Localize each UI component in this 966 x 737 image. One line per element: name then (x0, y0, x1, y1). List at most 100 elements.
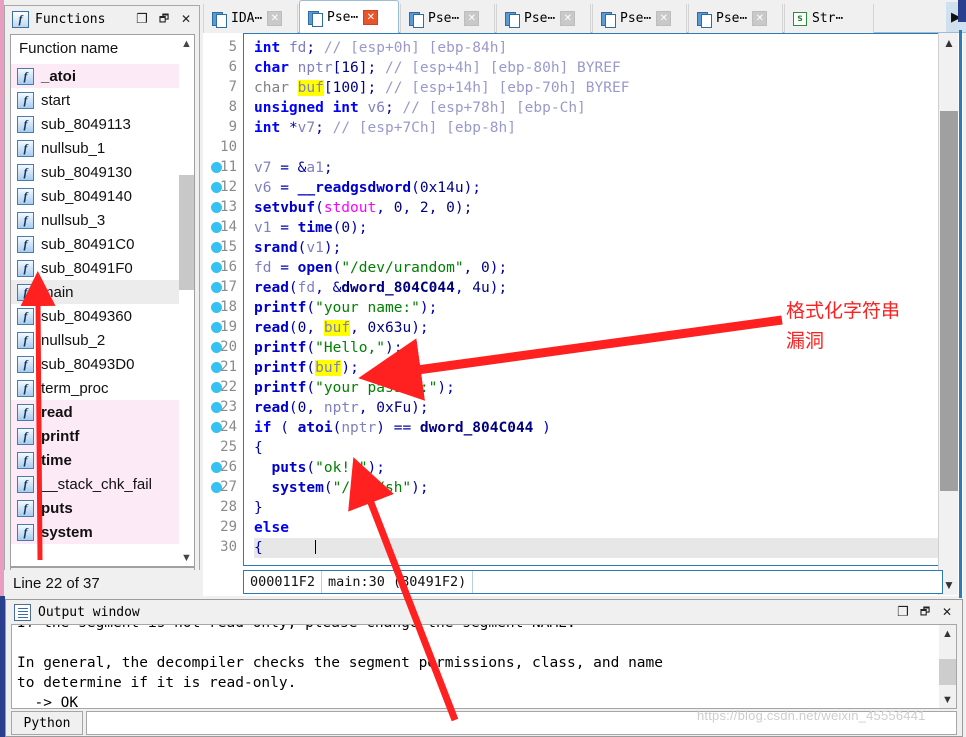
output-line: In general, the decompiler checks the se… (17, 655, 664, 671)
tab-close-button[interactable]: ✕ (464, 11, 480, 26)
line-number: 29 (220, 519, 237, 535)
function-list-item[interactable]: f sub_80493D0 (11, 352, 181, 376)
code-line[interactable]: srand(v1); (254, 238, 943, 258)
function-list-item[interactable]: f printf (11, 424, 181, 448)
code-line[interactable]: if ( atoi(nptr) == dword_804C044 ) (254, 418, 943, 438)
line-number: 14 (220, 219, 237, 235)
tab-close-button[interactable]: ✕ (363, 9, 379, 25)
code-line[interactable]: { (254, 538, 943, 558)
function-list-item[interactable]: f sub_8049113 (11, 112, 181, 136)
tab-close-button[interactable]: ✕ (560, 11, 576, 26)
code-line[interactable]: { (254, 438, 943, 458)
code-line[interactable]: v1 = time(0); (254, 218, 943, 238)
function-list-item[interactable]: f start (11, 88, 181, 112)
code-line[interactable]: v7 = &a1; (254, 158, 943, 178)
line-number: 22 (220, 379, 237, 395)
functions-maximize-button[interactable] (131, 8, 153, 30)
output-scroll-up-arrow[interactable]: ▲ (939, 625, 956, 642)
function-list-item[interactable]: f nullsub_2 (11, 328, 181, 352)
function-list-item[interactable]: f puts (11, 496, 181, 520)
code-status-bar: 000011F2 main:30 (80491F2) (243, 570, 943, 594)
tab-close-button[interactable]: ✕ (656, 11, 672, 26)
functions-scroll-down-arrow[interactable]: ▼ (179, 549, 194, 566)
code-scroll-up-arrow[interactable]: ▲ (939, 33, 959, 53)
function-list-item[interactable]: f read (11, 400, 181, 424)
function-list-item[interactable]: f sub_80491F0 (11, 256, 181, 280)
function-list-item[interactable]: f time (11, 448, 181, 472)
document-icon (409, 11, 424, 28)
tab-3[interactable]: Pse⋯ ✕ (496, 4, 591, 33)
code-line[interactable]: char nptr[16]; // [esp+4h] [ebp-80h] BYR… (254, 58, 943, 78)
code-line[interactable]: puts("ok!!"); (254, 458, 943, 478)
function-list-item[interactable]: f nullsub_3 (11, 208, 181, 232)
output-vscrollbar[interactable]: ▲ ▼ (939, 625, 956, 708)
code-line[interactable]: } (254, 498, 943, 518)
function-list-item[interactable]: f sub_8049360 (11, 304, 181, 328)
function-name-column-header[interactable]: Function name (11, 35, 194, 63)
line-number: 27 (220, 479, 237, 495)
annotation-note-line1: 格式化字符串 (786, 300, 901, 322)
function-list-item[interactable]: f sub_8049130 (11, 160, 181, 184)
code-line[interactable]: v6 = __readgsdword(0x14u); (254, 178, 943, 198)
output-window-title: Output window (38, 605, 140, 620)
code-line[interactable]: setvbuf(stdout, 0, 2, 0); (254, 198, 943, 218)
output-close-button[interactable] (936, 601, 958, 623)
line-number: 11 (220, 159, 237, 175)
code-gutter[interactable]: 5 6 7 8 9 10 11 12 13 14 15 16 17 18 19 20 21 22 23 24 25 26 2… (203, 33, 243, 566)
functions-scroll-thumb[interactable] (179, 175, 194, 290)
code-line[interactable]: system("/bin/sh"); (254, 478, 943, 498)
function-list-item-label: sub_8049113 (41, 115, 131, 133)
functions-restore-button[interactable] (153, 8, 175, 30)
tab-0[interactable]: IDA⋯ ✕ (203, 4, 298, 33)
tab-label: Pse⋯ (716, 11, 748, 26)
code-line[interactable]: int *v7; // [esp+7Ch] [ebp-8h] (254, 118, 943, 138)
function-icon: f (17, 139, 34, 157)
output-restore-button[interactable] (914, 601, 936, 623)
function-list-item-label: nullsub_2 (41, 331, 106, 349)
code-line[interactable]: else (254, 518, 943, 538)
output-scroll-down-arrow[interactable]: ▼ (939, 691, 956, 708)
output-scroll-thumb[interactable] (939, 659, 956, 685)
python-language-button[interactable]: Python (11, 711, 83, 735)
function-list-item[interactable]: f main (11, 280, 181, 304)
code-line[interactable]: unsigned int v6; // [esp+78h] [ebp-Ch] (254, 98, 943, 118)
functions-scroll-up-arrow[interactable]: ▲ (179, 35, 194, 52)
code-line[interactable] (254, 138, 943, 158)
tab-6[interactable]: s Str⋯ (784, 4, 874, 33)
function-list-item[interactable]: f system (11, 520, 181, 544)
tab-close-button[interactable]: ✕ (267, 11, 283, 26)
functions-close-button[interactable] (175, 8, 197, 30)
tab-5[interactable]: Pse⋯ ✕ (688, 4, 783, 33)
functions-list-vscrollbar[interactable]: ▲ ▼ (179, 35, 194, 566)
output-text-container[interactable]: If the segment is not read-only, please … (11, 624, 957, 709)
tab-4[interactable]: Pse⋯ ✕ (592, 4, 687, 33)
code-line[interactable]: printf("your passwd:"); (254, 378, 943, 398)
code-line[interactable]: char buf[100]; // [esp+14h] [ebp-70h] BY… (254, 78, 943, 98)
tab-close-button[interactable]: ✕ (752, 11, 768, 26)
code-line[interactable]: int fd; // [esp+0h] [ebp-84h] (254, 38, 943, 58)
function-list-item-label: sub_80491F0 (41, 259, 133, 277)
output-maximize-button[interactable] (892, 601, 914, 623)
tab-1[interactable]: Pse⋯ ✕ (299, 0, 399, 33)
function-list-item-label: sub_8049130 (41, 163, 132, 181)
code-line[interactable]: printf(buf); (254, 358, 943, 378)
tab-2[interactable]: Pse⋯ ✕ (400, 4, 495, 33)
line-number: 15 (220, 239, 237, 255)
code-line[interactable]: read(0, nptr, 0xFu); (254, 398, 943, 418)
function-list-item[interactable]: f __stack_chk_fail (11, 472, 181, 496)
function-list-item[interactable]: f term_proc (11, 376, 181, 400)
output-line: to determine if it is read-only. (17, 675, 297, 691)
function-icon: f (17, 475, 34, 493)
line-number: 26 (220, 459, 237, 475)
function-list-item[interactable]: f nullsub_1 (11, 136, 181, 160)
code-status-offset: 000011F2 (250, 574, 316, 590)
function-list-item[interactable]: f sub_8049140 (11, 184, 181, 208)
functions-list[interactable]: f _atoi f start f sub_8049113 f nullsub_1 f sub_8… (11, 64, 181, 544)
strings-icon: s (793, 11, 807, 26)
code-line[interactable]: fd = open("/dev/urandom", 0); (254, 258, 943, 278)
tab-label: Str⋯ (812, 11, 844, 26)
function-icon: f (17, 91, 34, 109)
code-line[interactable]: read(fd, &dword_804C044, 4u); (254, 278, 943, 298)
function-list-item[interactable]: f sub_80491C0 (11, 232, 181, 256)
function-list-item[interactable]: f _atoi (11, 64, 181, 88)
